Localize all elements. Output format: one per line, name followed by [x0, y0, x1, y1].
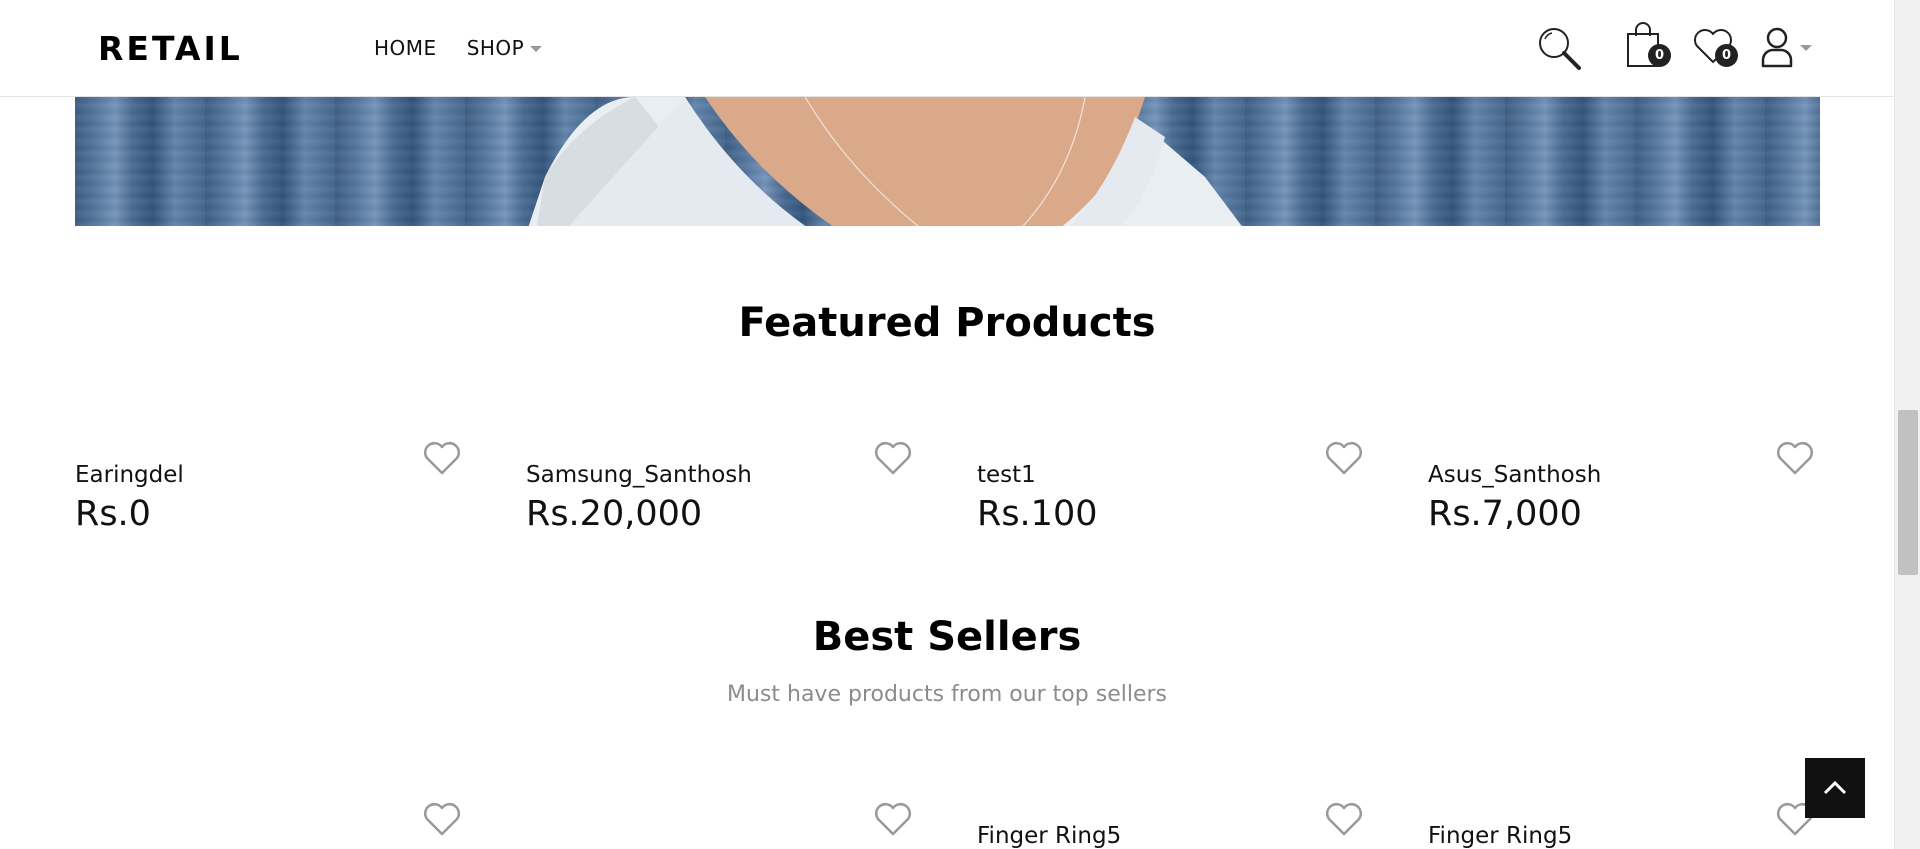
featured-products-heading: Featured Products [738, 300, 1156, 346]
heart-icon[interactable] [873, 440, 913, 476]
product-price: Rs.7,000 [1428, 494, 1582, 534]
user-icon [1761, 27, 1793, 68]
search-icon [1539, 28, 1581, 70]
product-name[interactable]: Samsung_Santhosh [526, 462, 752, 488]
main-nav: HOME SHOP [374, 36, 543, 60]
heart-icon[interactable] [1775, 440, 1815, 476]
product-name[interactable]: Finger Ring5 [1428, 823, 1572, 849]
product-name[interactable]: test1 [977, 462, 1036, 488]
nav-item-label: HOME [374, 36, 437, 60]
best-sellers-subtitle: Must have products from our top sellers [727, 682, 1167, 707]
best-sellers-heading: Best Sellers [812, 614, 1082, 660]
heart-icon[interactable] [873, 801, 913, 837]
product-card[interactable]: test1 Rs.100 [977, 440, 1377, 550]
nav-item-home[interactable]: HOME [374, 36, 437, 60]
account-button[interactable] [1760, 26, 1812, 68]
product-card[interactable]: Finger Ring5 [977, 801, 1377, 849]
product-card[interactable]: Asus_Santhosh Rs.7,000 [1428, 440, 1828, 550]
chevron-down-icon [530, 46, 543, 52]
product-card[interactable]: Finger Ring5 [1428, 801, 1828, 849]
product-price: Rs.0 [75, 494, 151, 534]
wishlist-count-badge: 0 [1715, 44, 1738, 67]
heart-icon[interactable] [1324, 440, 1364, 476]
chevron-down-icon [1800, 45, 1812, 51]
hero-figure-image [528, 97, 1242, 226]
search-button[interactable] [1536, 26, 1584, 76]
product-price: Rs.20,000 [526, 494, 703, 534]
scrollbar-thumb[interactable] [1898, 410, 1918, 575]
heart-icon[interactable] [422, 440, 462, 476]
cart-button[interactable]: 0 [1626, 22, 1671, 72]
back-to-top-button[interactable] [1805, 758, 1865, 818]
site-header: RETAIL HOME SHOP 0 0 [0, 0, 1894, 97]
heart-icon[interactable] [422, 801, 462, 837]
hero-banner-image [75, 97, 1820, 226]
product-name[interactable]: Finger Ring5 [977, 823, 1121, 849]
product-card[interactable] [75, 801, 475, 849]
nav-item-shop[interactable]: SHOP [467, 36, 543, 60]
product-price: Rs.100 [977, 494, 1098, 534]
site-logo[interactable]: RETAIL [98, 29, 243, 68]
product-card[interactable]: Samsung_Santhosh Rs.20,000 [526, 440, 926, 550]
chevron-up-icon [1823, 780, 1847, 795]
wishlist-button[interactable]: 0 [1691, 26, 1738, 70]
nav-item-label: SHOP [466, 36, 525, 60]
product-card[interactable] [526, 801, 926, 849]
page-scrollbar[interactable] [1894, 0, 1920, 849]
cart-count-badge: 0 [1648, 44, 1671, 67]
product-name[interactable]: Asus_Santhosh [1428, 462, 1601, 488]
heart-icon[interactable] [1324, 801, 1364, 837]
product-card[interactable]: Earingdel Rs.0 [75, 440, 475, 550]
product-name[interactable]: Earingdel [75, 462, 184, 488]
